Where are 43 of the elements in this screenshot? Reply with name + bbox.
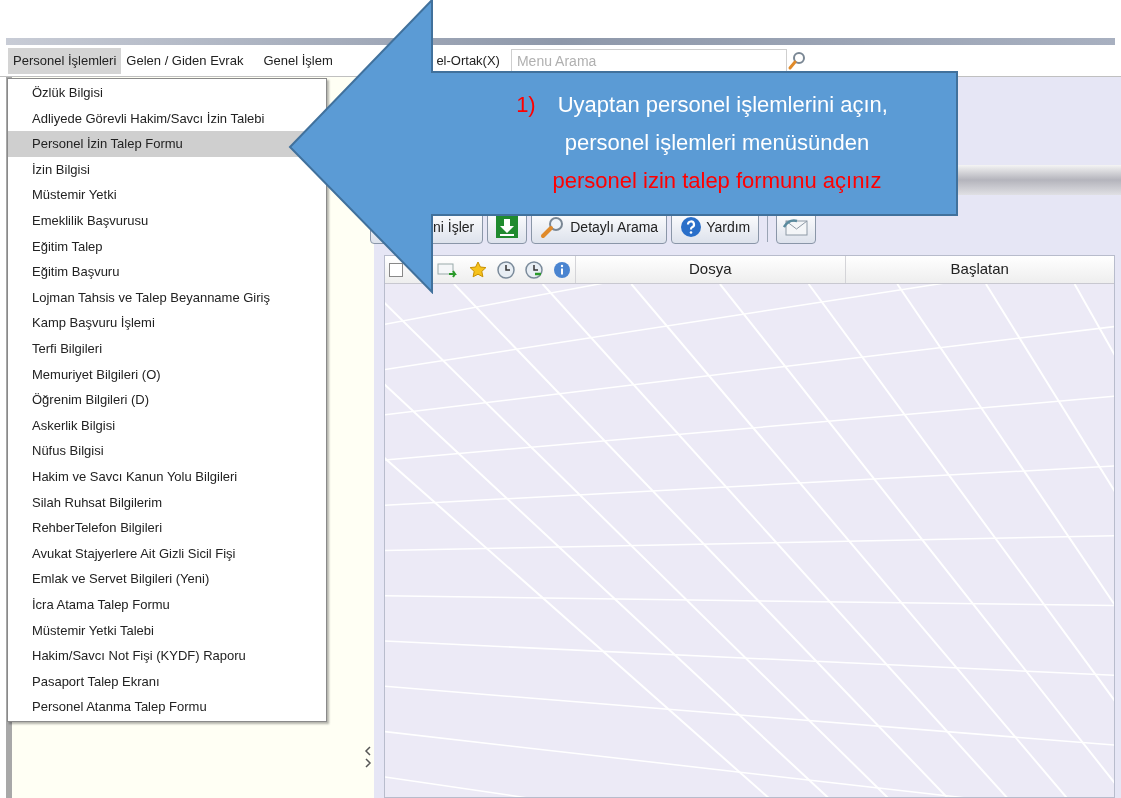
menu-entry[interactable]: Eğitim Başvuru <box>8 259 326 285</box>
menu-entry[interactable]: Askerlik Bilgisi <box>8 412 326 439</box>
menu-entry[interactable]: Müstemir Yetki Talebi <box>8 617 326 644</box>
clock-icon <box>497 260 515 279</box>
menu-entry[interactable]: Eğitim Talep <box>8 233 326 260</box>
menu-entry[interactable]: Müstemir Yetki <box>8 182 326 208</box>
menu-entry[interactable]: Avukat Stajyerlere Ait Gizli Sicil Fişi <box>8 540 326 567</box>
menu-entry[interactable]: Emlak ve Servet Bilgileri (Yeni) <box>8 566 326 592</box>
menu-entry[interactable]: İcra Atama Talep Formu <box>8 591 326 618</box>
callout-text: personel işlemleri menüsünden <box>564 129 870 157</box>
select-all-checkbox[interactable] <box>389 262 403 277</box>
splitter-handle-icon[interactable] <box>364 746 372 768</box>
menu-entry[interactable]: Öğrenim Bilgileri (D) <box>8 387 326 413</box>
callout-text: Uyaptan personel işlemlerini açın, <box>557 91 888 119</box>
column-header[interactable]: Dosya <box>575 256 845 283</box>
step-number: 1) <box>516 91 536 119</box>
info-icon <box>553 260 571 279</box>
search-icon <box>786 50 807 71</box>
menu-item[interactable]: Gelen / Giden Evrak <box>121 47 249 74</box>
menu-entry[interactable]: Özlük Bilgisi <box>8 80 326 106</box>
menu-entry[interactable]: Pasaport Talep Ekranı <box>8 668 326 695</box>
callout-text: personel izin talep formunu açınız <box>552 167 882 195</box>
menu-item[interactable]: Personel İşlemleri <box>8 47 122 74</box>
menu-entry[interactable]: Personel Atanma Talep Formu <box>8 694 326 720</box>
mail-icon <box>783 217 810 237</box>
help-icon <box>680 216 703 238</box>
menu-entry[interactable]: Silah Ruhsat Bilgilerim <box>8 489 326 516</box>
menu-item[interactable]: Genel İşlem <box>258 47 339 74</box>
menu-entry[interactable]: Kamp Başvuru İşlemi <box>8 310 326 336</box>
menu-entry[interactable]: Terfi Bilgileri <box>8 335 326 362</box>
menu-entry[interactable]: RehberTelefon Bilgileri <box>8 515 326 541</box>
menu-entry[interactable]: Hakim/Savcı Not Fişi (KYDF) Raporu <box>8 643 326 669</box>
download-icon <box>495 215 520 239</box>
menu-entry[interactable]: Hakim ve Savcı Kanun Yolu Bilgileri <box>8 463 326 490</box>
menu-search-field[interactable]: Menu Arama <box>510 48 787 73</box>
mail-arrow-icon <box>437 260 459 279</box>
menu-item[interactable]: el-Ortak(X) <box>431 47 505 74</box>
menu-entry[interactable]: Nüfus Bilgisi <box>8 438 326 464</box>
column-header[interactable]: Başlatan <box>844 256 1114 283</box>
menu-entry[interactable]: Emeklilik Başvurusu <box>8 207 326 234</box>
star-icon <box>469 260 487 279</box>
menu-entry[interactable]: Memuriyet Bilgileri (O) <box>8 361 326 388</box>
menu-entry[interactable]: Lojman Tahsis ve Talep Beyanname Giriş <box>8 284 326 311</box>
